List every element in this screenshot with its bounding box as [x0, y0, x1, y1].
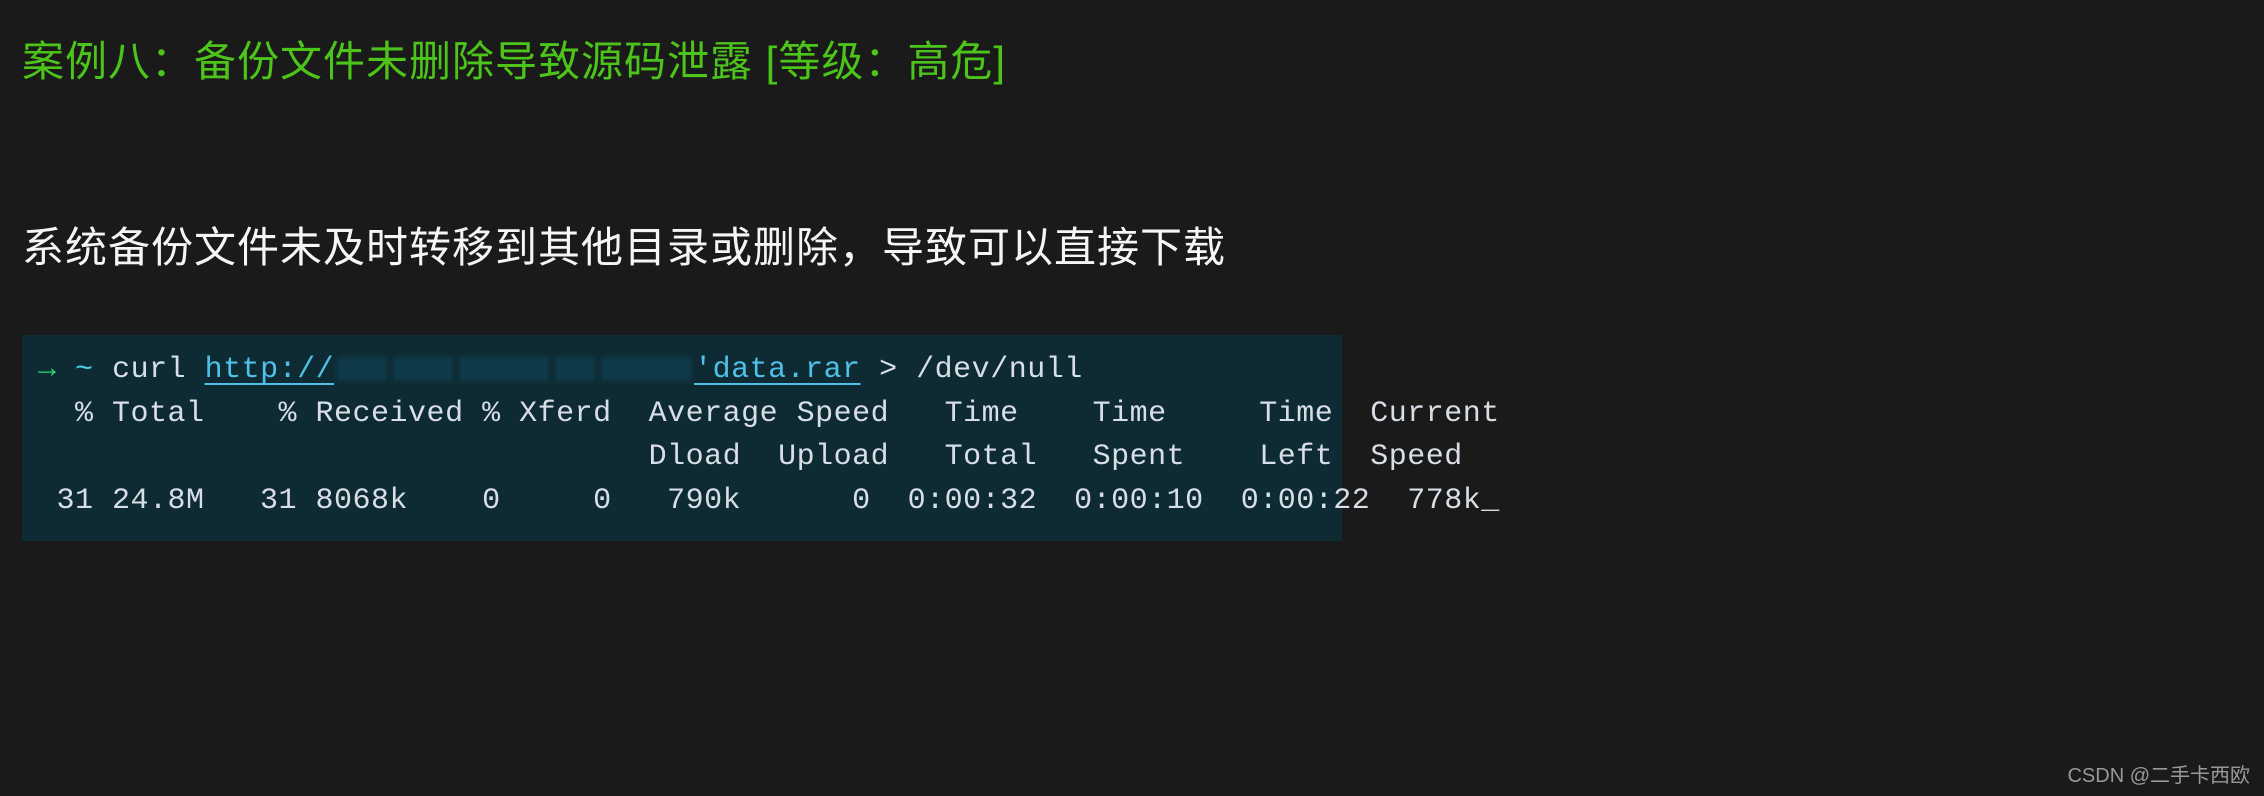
command-name: curl	[112, 353, 186, 387]
curl-data-row: 31 24.8M 31 8068k 0 0 790k 0 0:00:32 0:0…	[38, 480, 1326, 524]
curl-header-1: % Total % Received % Xferd Average Speed…	[38, 393, 1326, 437]
url-redacted	[334, 353, 694, 387]
watermark-text: CSDN @二手卡西欧	[2067, 759, 2250, 788]
terminal-command-line: → ~ curl http:// 'data.rar > /dev/null	[38, 349, 1326, 393]
case-description: 系统备份文件未及时转移到其他目录或删除，导致可以直接下载	[0, 89, 2264, 275]
cursor-icon: _	[1481, 484, 1500, 518]
curl-header-2: Dload Upload Total Spent Left Speed	[38, 436, 1326, 480]
url-scheme: http://	[205, 353, 335, 387]
prompt-arrow-icon: →	[38, 353, 57, 387]
redirect: > /dev/null	[879, 353, 1083, 387]
prompt-tilde: ~	[75, 353, 94, 387]
url-file: 'data.rar	[694, 353, 861, 387]
terminal-window: → ~ curl http:// 'data.rar > /dev/null % …	[22, 335, 1342, 541]
case-heading: 案例八：备份文件未删除导致源码泄露 [等级：高危]	[0, 0, 2264, 89]
